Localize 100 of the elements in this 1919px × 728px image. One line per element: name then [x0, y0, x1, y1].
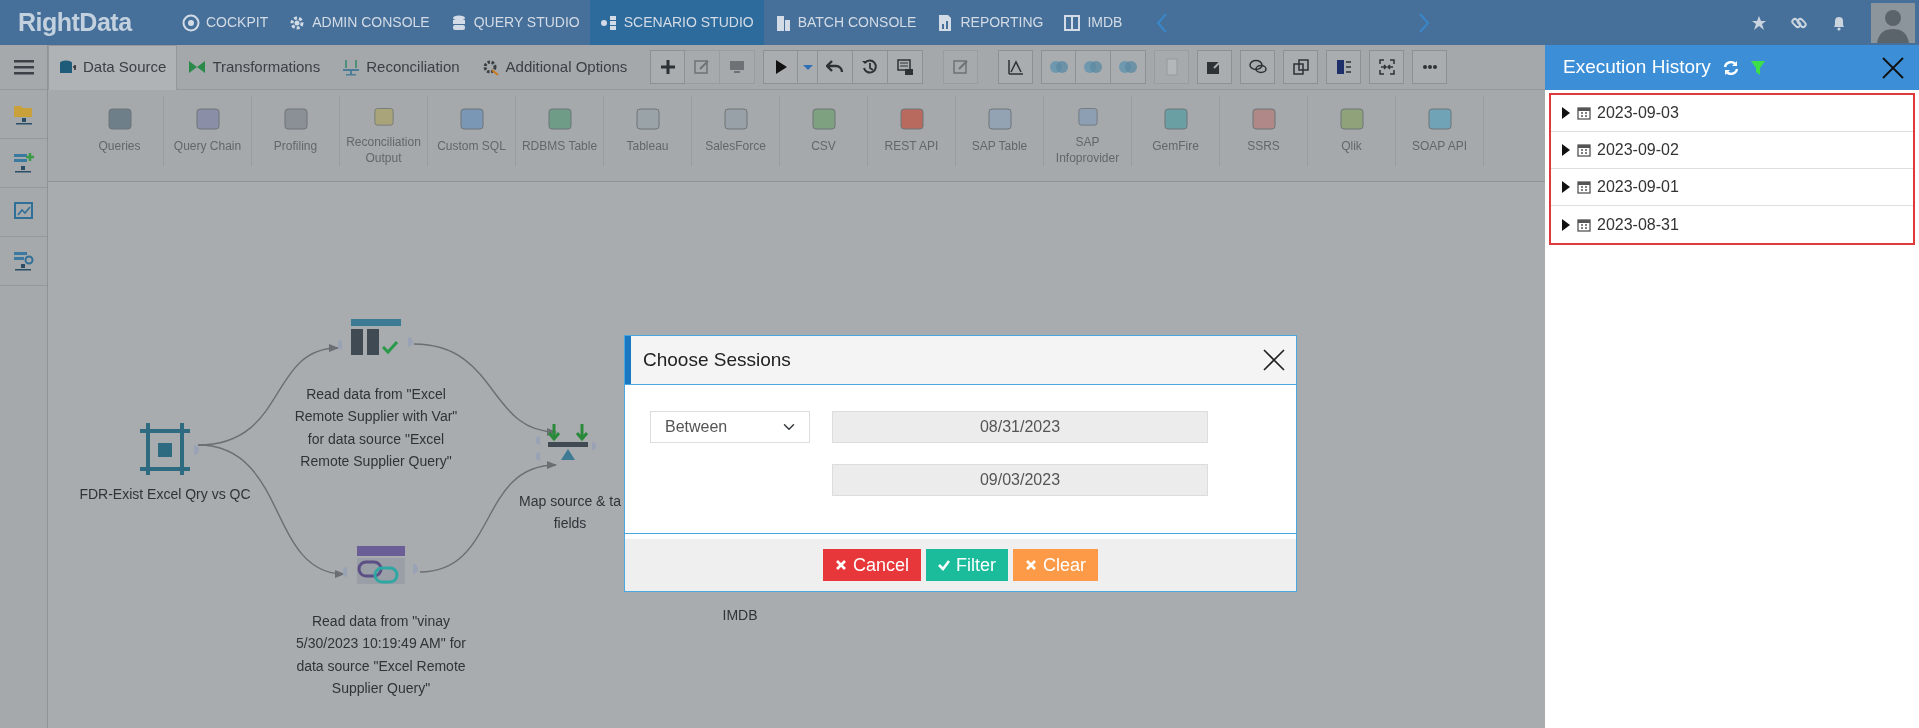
menu-icon[interactable] [13, 59, 34, 75]
cancel-button[interactable]: Cancel [822, 549, 921, 581]
component-icon [106, 106, 133, 132]
component-icon [546, 106, 573, 132]
session-row[interactable]: 2023-09-03 [1551, 95, 1913, 132]
component-label[interactable]: Queries [98, 138, 141, 155]
component-icon [1162, 106, 1189, 132]
times-icon [1025, 559, 1037, 571]
component-label[interactable]: Reconciliation Output [340, 133, 427, 166]
caret-icon[interactable] [1561, 181, 1571, 193]
close-icon[interactable] [1262, 348, 1286, 372]
calendar-icon [1577, 106, 1591, 120]
logo[interactable]: RightData [18, 3, 142, 42]
component-label[interactable]: CSV [811, 138, 836, 155]
component-icon [282, 106, 309, 132]
calendar-icon [1577, 180, 1591, 194]
panel-icon [1334, 58, 1353, 76]
nav-item[interactable]: ADMIN CONSOLE [278, 0, 440, 45]
session-row[interactable]: 2023-09-01 [1551, 169, 1913, 206]
calendar-icon [1577, 217, 1591, 232]
venn-icon [1049, 58, 1068, 76]
nav-item[interactable]: COCKPIT [172, 0, 279, 45]
add-list-icon[interactable] [11, 151, 36, 175]
component-icon [634, 106, 661, 132]
component-label[interactable]: RDBMS Table [521, 138, 598, 155]
flow-icon [599, 13, 618, 32]
component-label[interactable]: Query Chain [173, 138, 242, 155]
tab[interactable]: Data Source [48, 44, 178, 90]
more-icon [1422, 65, 1437, 69]
gauge-icon [182, 13, 200, 32]
monitor-icon [728, 58, 747, 76]
venn-icon [1084, 58, 1103, 76]
component-label[interactable]: Profiling [273, 138, 318, 155]
toolbar-button[interactable] [818, 50, 854, 84]
nav-item[interactable]: SCENARIO STUDIO [589, 0, 764, 45]
caret-icon[interactable] [1561, 107, 1571, 119]
component-icon [1426, 106, 1453, 132]
toolbar-button[interactable] [1369, 50, 1405, 84]
dialog-title: Choose Sessions [643, 347, 791, 372]
nav-item[interactable]: IMDB [1053, 0, 1133, 45]
component-icon [986, 106, 1013, 132]
component-label[interactable]: SOAP API [1411, 138, 1468, 155]
node-label: Read data from "Excel Remote Supplier with Var" for data source "Excel Remote Supplier Query" [293, 385, 459, 472]
component-label[interactable]: SalesForce [705, 138, 766, 155]
calendar-icon [1577, 143, 1591, 157]
session-row[interactable]: 2023-08-31 [1551, 206, 1913, 243]
session-row[interactable]: 2023-09-02 [1551, 132, 1913, 169]
caret-down-icon [802, 64, 813, 70]
tab[interactable]: Reconciliation [331, 44, 471, 90]
component-label[interactable]: SSRS [1247, 138, 1280, 155]
toolbar-button[interactable] [763, 50, 799, 84]
nav-item[interactable]: QUERY STUDIO [439, 0, 590, 45]
component-label[interactable]: Custom SQL [437, 138, 506, 155]
clear-button[interactable]: Clear [1013, 549, 1098, 581]
chat-icon [1248, 58, 1267, 76]
date-field[interactable]: 09/03/2023 [832, 464, 1208, 496]
toolbar-button[interactable] [1240, 50, 1276, 84]
filter-icon[interactable] [1750, 59, 1765, 76]
columns-icon [1063, 13, 1082, 32]
component-label[interactable]: Tableau [626, 138, 669, 155]
component-label[interactable]: Qlik [1341, 138, 1362, 155]
filter-button[interactable]: Filter [926, 549, 1008, 581]
component-icon [810, 106, 837, 132]
toolbar-button[interactable] [888, 50, 924, 84]
toolbar-button[interactable] [1283, 50, 1319, 84]
component-label[interactable]: SAP Table [971, 138, 1028, 155]
nav-item[interactable]: BATCH CONSOLE [763, 0, 927, 45]
toolbar-button[interactable] [1412, 50, 1448, 84]
toolbar-button[interactable] [1197, 50, 1233, 84]
toolbar-button[interactable] [853, 50, 889, 84]
toolbar-button[interactable] [650, 50, 686, 84]
operator-select[interactable]: Between [650, 411, 810, 443]
refresh-icon[interactable] [1722, 59, 1739, 76]
caret-icon[interactable] [1561, 144, 1571, 156]
edit-icon [951, 58, 970, 76]
caret-icon[interactable] [1561, 218, 1571, 231]
component-label[interactable]: REST API [884, 138, 939, 155]
toolbar-button[interactable] [998, 50, 1034, 84]
collapse-icon [1377, 58, 1396, 76]
gear-icon [481, 58, 500, 77]
plus-icon [658, 58, 677, 76]
component-label[interactable]: GemFire [1152, 138, 1199, 155]
copy-icon [1291, 58, 1310, 76]
component-label[interactable]: SAP Infoprovider [1044, 133, 1131, 166]
component-icon [1250, 106, 1277, 132]
star-icon[interactable] [1751, 14, 1767, 31]
node-label: FDR-Exist Excel Qry vs QC [79, 485, 251, 504]
check-icon [938, 559, 950, 571]
settings-list-icon[interactable] [11, 249, 36, 273]
component-icon [1338, 106, 1365, 132]
bell-icon[interactable] [1831, 14, 1847, 31]
triangle-chart-icon [1006, 58, 1025, 76]
tab[interactable]: Transformations [177, 44, 332, 90]
date-field[interactable]: 08/31/2023 [832, 411, 1208, 443]
component-icon [194, 106, 221, 132]
balance-icon [342, 58, 361, 77]
nav-item[interactable]: REPORTING [926, 0, 1054, 45]
edit-icon [693, 58, 712, 76]
tab[interactable]: Additional Options [470, 44, 639, 90]
toolbar-button[interactable] [1326, 50, 1362, 84]
